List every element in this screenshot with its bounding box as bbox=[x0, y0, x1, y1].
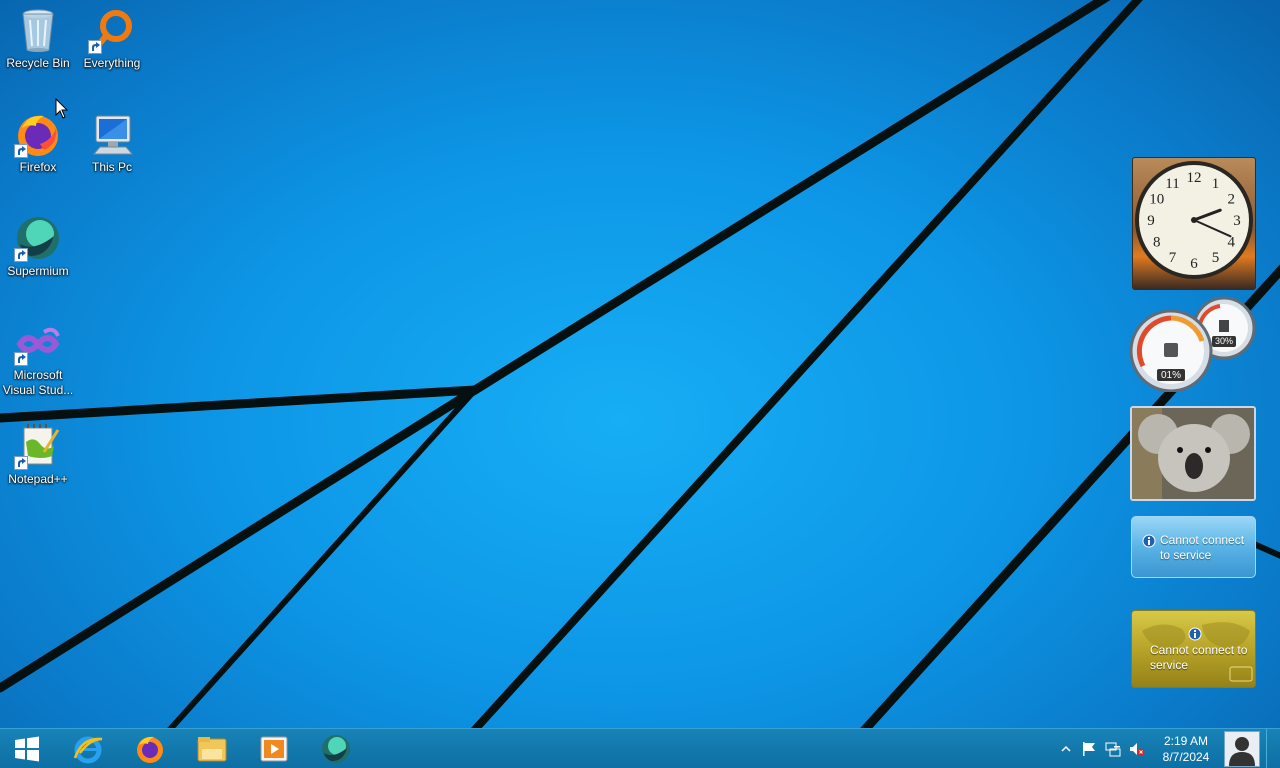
taskbar: 2:19 AM 8/7/2024 bbox=[0, 728, 1280, 768]
taskbar-clock[interactable]: 2:19 AM 8/7/2024 bbox=[1152, 733, 1220, 767]
show-hidden-icons-arrow[interactable] bbox=[1058, 741, 1074, 757]
weather-gadget[interactable]: Cannot connect to service bbox=[1131, 516, 1256, 578]
desktop-icon-everything[interactable]: Everything bbox=[74, 6, 150, 102]
shortcut-arrow-icon bbox=[14, 144, 28, 158]
volume-muted-icon[interactable] bbox=[1129, 741, 1145, 757]
info-icon bbox=[1188, 627, 1202, 641]
desktop-icon-label: Recycle Bin bbox=[6, 56, 70, 70]
clock-numeral: 5 bbox=[1212, 250, 1220, 266]
action-center-flag-icon[interactable] bbox=[1081, 741, 1097, 757]
network-icon[interactable] bbox=[1105, 741, 1121, 757]
notepad-plus-plus-icon bbox=[14, 422, 62, 470]
weather-error-message: Cannot connect to service bbox=[1160, 533, 1245, 562]
desktop-icon-firefox[interactable]: Firefox bbox=[0, 110, 76, 206]
internet-explorer-icon bbox=[73, 736, 103, 764]
clock-face: 12 12 3 45678 9 1011 bbox=[1135, 161, 1253, 279]
wallpaper-lines bbox=[0, 0, 1280, 728]
desktop-icon-supermium[interactable]: Supermium bbox=[0, 214, 76, 310]
shortcut-arrow-icon bbox=[14, 456, 28, 470]
currency-error-message: Cannot connect to service bbox=[1150, 643, 1248, 672]
taskbar-internet-explorer[interactable] bbox=[58, 729, 118, 768]
desktop-icon-label: Microsoft Visual Stud... bbox=[2, 368, 74, 397]
slideshow-gadget[interactable] bbox=[1130, 406, 1256, 501]
taskbar-supermium[interactable] bbox=[306, 729, 366, 768]
visual-studio-icon bbox=[14, 318, 62, 366]
mouse-cursor-icon bbox=[55, 98, 69, 119]
start-button[interactable] bbox=[0, 729, 54, 768]
currency-gadget[interactable]: Cannot connect to service bbox=[1131, 610, 1256, 688]
clock-gadget[interactable]: 12 1 2 3 4 5 6 7 8 9 10 11 bbox=[1132, 157, 1256, 290]
windows-logo-icon bbox=[15, 736, 39, 762]
recycle-bin-icon bbox=[14, 6, 62, 54]
clock-numeral: 6 bbox=[1190, 256, 1198, 272]
desktop-icon-recycle-bin[interactable]: Recycle Bin bbox=[0, 6, 76, 102]
clock-numeral: 9 bbox=[1147, 213, 1155, 229]
everything-search-icon bbox=[88, 6, 136, 54]
memory-chip-icon bbox=[1219, 320, 1229, 332]
shortcut-arrow-icon bbox=[88, 40, 102, 54]
supermium-icon bbox=[322, 735, 350, 763]
desktop-icon-label: Everything bbox=[83, 56, 141, 70]
clock-numeral: 4 bbox=[1227, 235, 1235, 251]
desktop-icon-visual-studio[interactable]: Microsoft Visual Stud... bbox=[0, 318, 76, 414]
clock-numeral: 1 bbox=[1212, 176, 1220, 192]
shortcut-arrow-icon bbox=[14, 352, 28, 366]
taskbar-date: 8/7/2024 bbox=[1162, 750, 1210, 764]
clock-numeral: 12 bbox=[1187, 170, 1202, 186]
show-desktop-button[interactable] bbox=[1266, 729, 1280, 768]
clock-numeral: 8 bbox=[1153, 235, 1161, 251]
clock-numeral: 3 bbox=[1233, 213, 1241, 229]
user-account-tile[interactable] bbox=[1224, 731, 1260, 767]
user-avatar-icon bbox=[1229, 737, 1255, 766]
taskbar-firefox[interactable] bbox=[120, 729, 180, 768]
desktop[interactable]: Recycle Bin Everything Firefox This Pc S… bbox=[0, 0, 1280, 728]
cpu-meter-gadget[interactable]: 30% 01% bbox=[1128, 296, 1258, 393]
clock-numeral: 2 bbox=[1227, 192, 1235, 208]
processor-icon bbox=[1164, 343, 1178, 357]
shortcut-arrow-icon bbox=[14, 248, 28, 262]
computer-icon bbox=[88, 110, 136, 158]
clock-numeral: 10 bbox=[1149, 192, 1164, 208]
file-explorer-icon bbox=[197, 737, 227, 762]
desktop-icon-label: Firefox bbox=[19, 160, 57, 174]
info-icon bbox=[1142, 534, 1156, 548]
koala-photo bbox=[1132, 408, 1254, 499]
firefox-icon bbox=[137, 736, 163, 763]
memory-percent: 30% bbox=[1215, 336, 1233, 346]
desktop-icon-notepad-plus-plus[interactable]: Notepad++ bbox=[0, 422, 76, 518]
taskbar-time: 2:19 AM bbox=[1163, 734, 1209, 748]
cpu-percent: 01% bbox=[1161, 370, 1181, 381]
media-player-icon bbox=[260, 736, 288, 762]
taskbar-media-player[interactable] bbox=[244, 729, 304, 768]
clock-numeral: 7 bbox=[1169, 250, 1177, 266]
supermium-icon bbox=[14, 214, 62, 262]
desktop-icon-this-pc[interactable]: This Pc bbox=[74, 110, 150, 206]
taskbar-file-explorer[interactable] bbox=[182, 729, 242, 768]
clock-numeral: 11 bbox=[1165, 176, 1179, 192]
desktop-icon-label: This Pc bbox=[91, 160, 132, 174]
desktop-icon-label: Notepad++ bbox=[8, 472, 68, 486]
desktop-icon-label: Supermium bbox=[7, 264, 69, 278]
